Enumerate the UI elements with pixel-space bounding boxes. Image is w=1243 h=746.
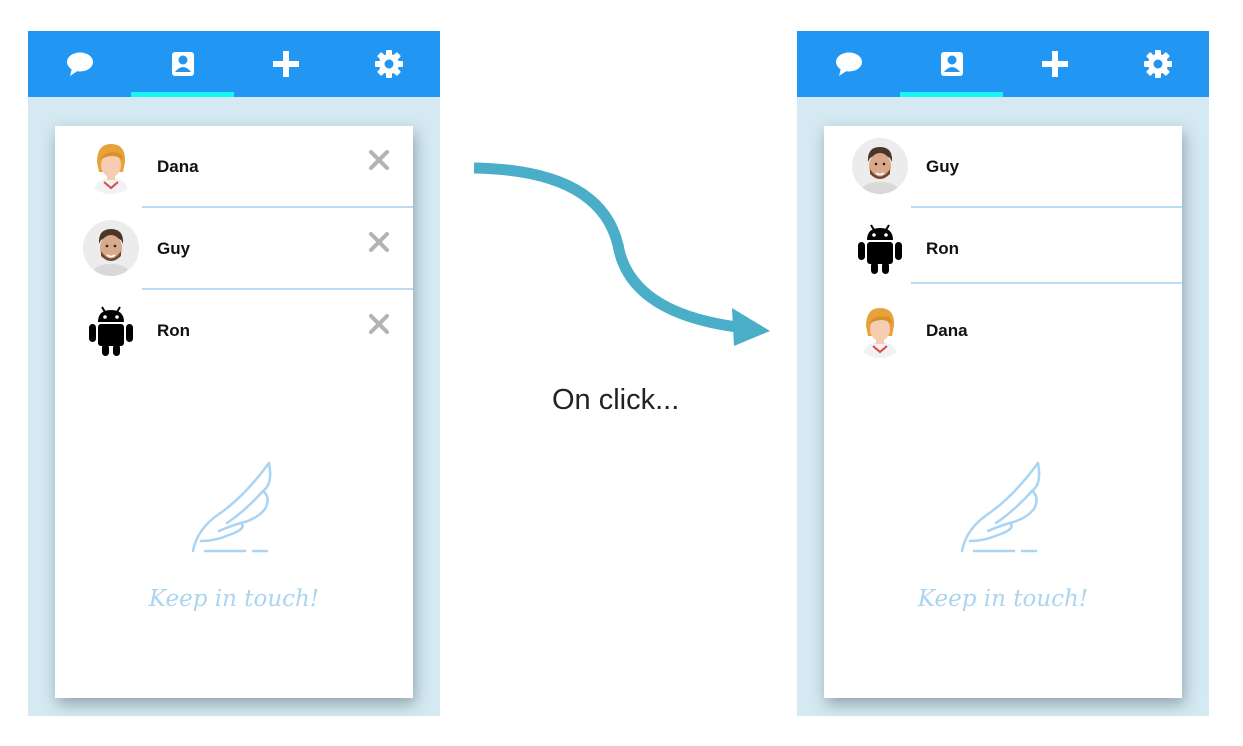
tab-add[interactable] [1003, 31, 1106, 97]
top-tab-bar [28, 31, 440, 97]
wing-icon [191, 461, 272, 553]
chat-bubble-icon [66, 52, 93, 76]
contact-name: Ron [157, 321, 191, 340]
plus-icon [272, 51, 299, 77]
remove-contact-icon[interactable] [367, 312, 391, 336]
row-divider [911, 282, 1182, 284]
gear-icon [374, 50, 403, 78]
tab-contacts[interactable] [131, 31, 234, 97]
contact-name: Ron [926, 239, 960, 258]
plus-icon [1041, 51, 1068, 77]
contact-card-icon [171, 52, 194, 76]
avatar-woman-photo [83, 138, 139, 194]
avatar-man-photo [83, 220, 139, 276]
phone-before: Dana Guy Ron Keep in touch! [28, 31, 440, 716]
contact-name: Dana [926, 321, 968, 340]
chat-bubble-icon [835, 52, 862, 76]
tab-add[interactable] [234, 31, 337, 97]
contact-card-icon [940, 52, 963, 76]
contact-name: Guy [157, 239, 191, 258]
empty-state-tagline: Keep in touch! [148, 586, 320, 612]
contact-name: Guy [926, 157, 960, 176]
wing-icon [960, 461, 1041, 553]
tab-chats[interactable] [28, 31, 131, 97]
contact-row[interactable]: Ron [55, 290, 413, 372]
remove-contact-icon[interactable] [367, 148, 391, 172]
contacts-card: Dana Guy Ron Keep in touch! [55, 126, 413, 698]
avatar-man-photo [852, 138, 908, 194]
contacts-card: Guy Ron Dana Keep in touch! [824, 126, 1182, 698]
phone-after: Guy Ron Dana Keep in touch! [797, 31, 1209, 716]
top-tab-bar [797, 31, 1209, 97]
tab-settings[interactable] [337, 31, 440, 97]
contact-row[interactable]: Dana [55, 126, 413, 208]
tab-chats[interactable] [797, 31, 900, 97]
empty-state-tagline: Keep in touch! [917, 586, 1089, 612]
contact-name: Dana [157, 157, 199, 176]
tab-contacts[interactable] [900, 31, 1003, 97]
tab-selected-indicator [131, 92, 234, 97]
contact-row[interactable]: Ron [824, 208, 1182, 284]
contact-row[interactable]: Guy [824, 126, 1182, 208]
tab-selected-indicator [900, 92, 1003, 97]
avatar-woman-photo [852, 302, 908, 358]
remove-contact-icon[interactable] [367, 230, 391, 254]
avatar-android-robot-icon [852, 220, 908, 276]
contact-row[interactable]: Dana [824, 290, 1182, 372]
gear-icon [1143, 50, 1172, 78]
tab-settings[interactable] [1106, 31, 1209, 97]
avatar-android-robot-icon [83, 302, 139, 358]
flow-arrow-icon [473, 162, 770, 346]
contact-row[interactable]: Guy [55, 208, 413, 290]
transition-caption: On click... [552, 384, 680, 416]
